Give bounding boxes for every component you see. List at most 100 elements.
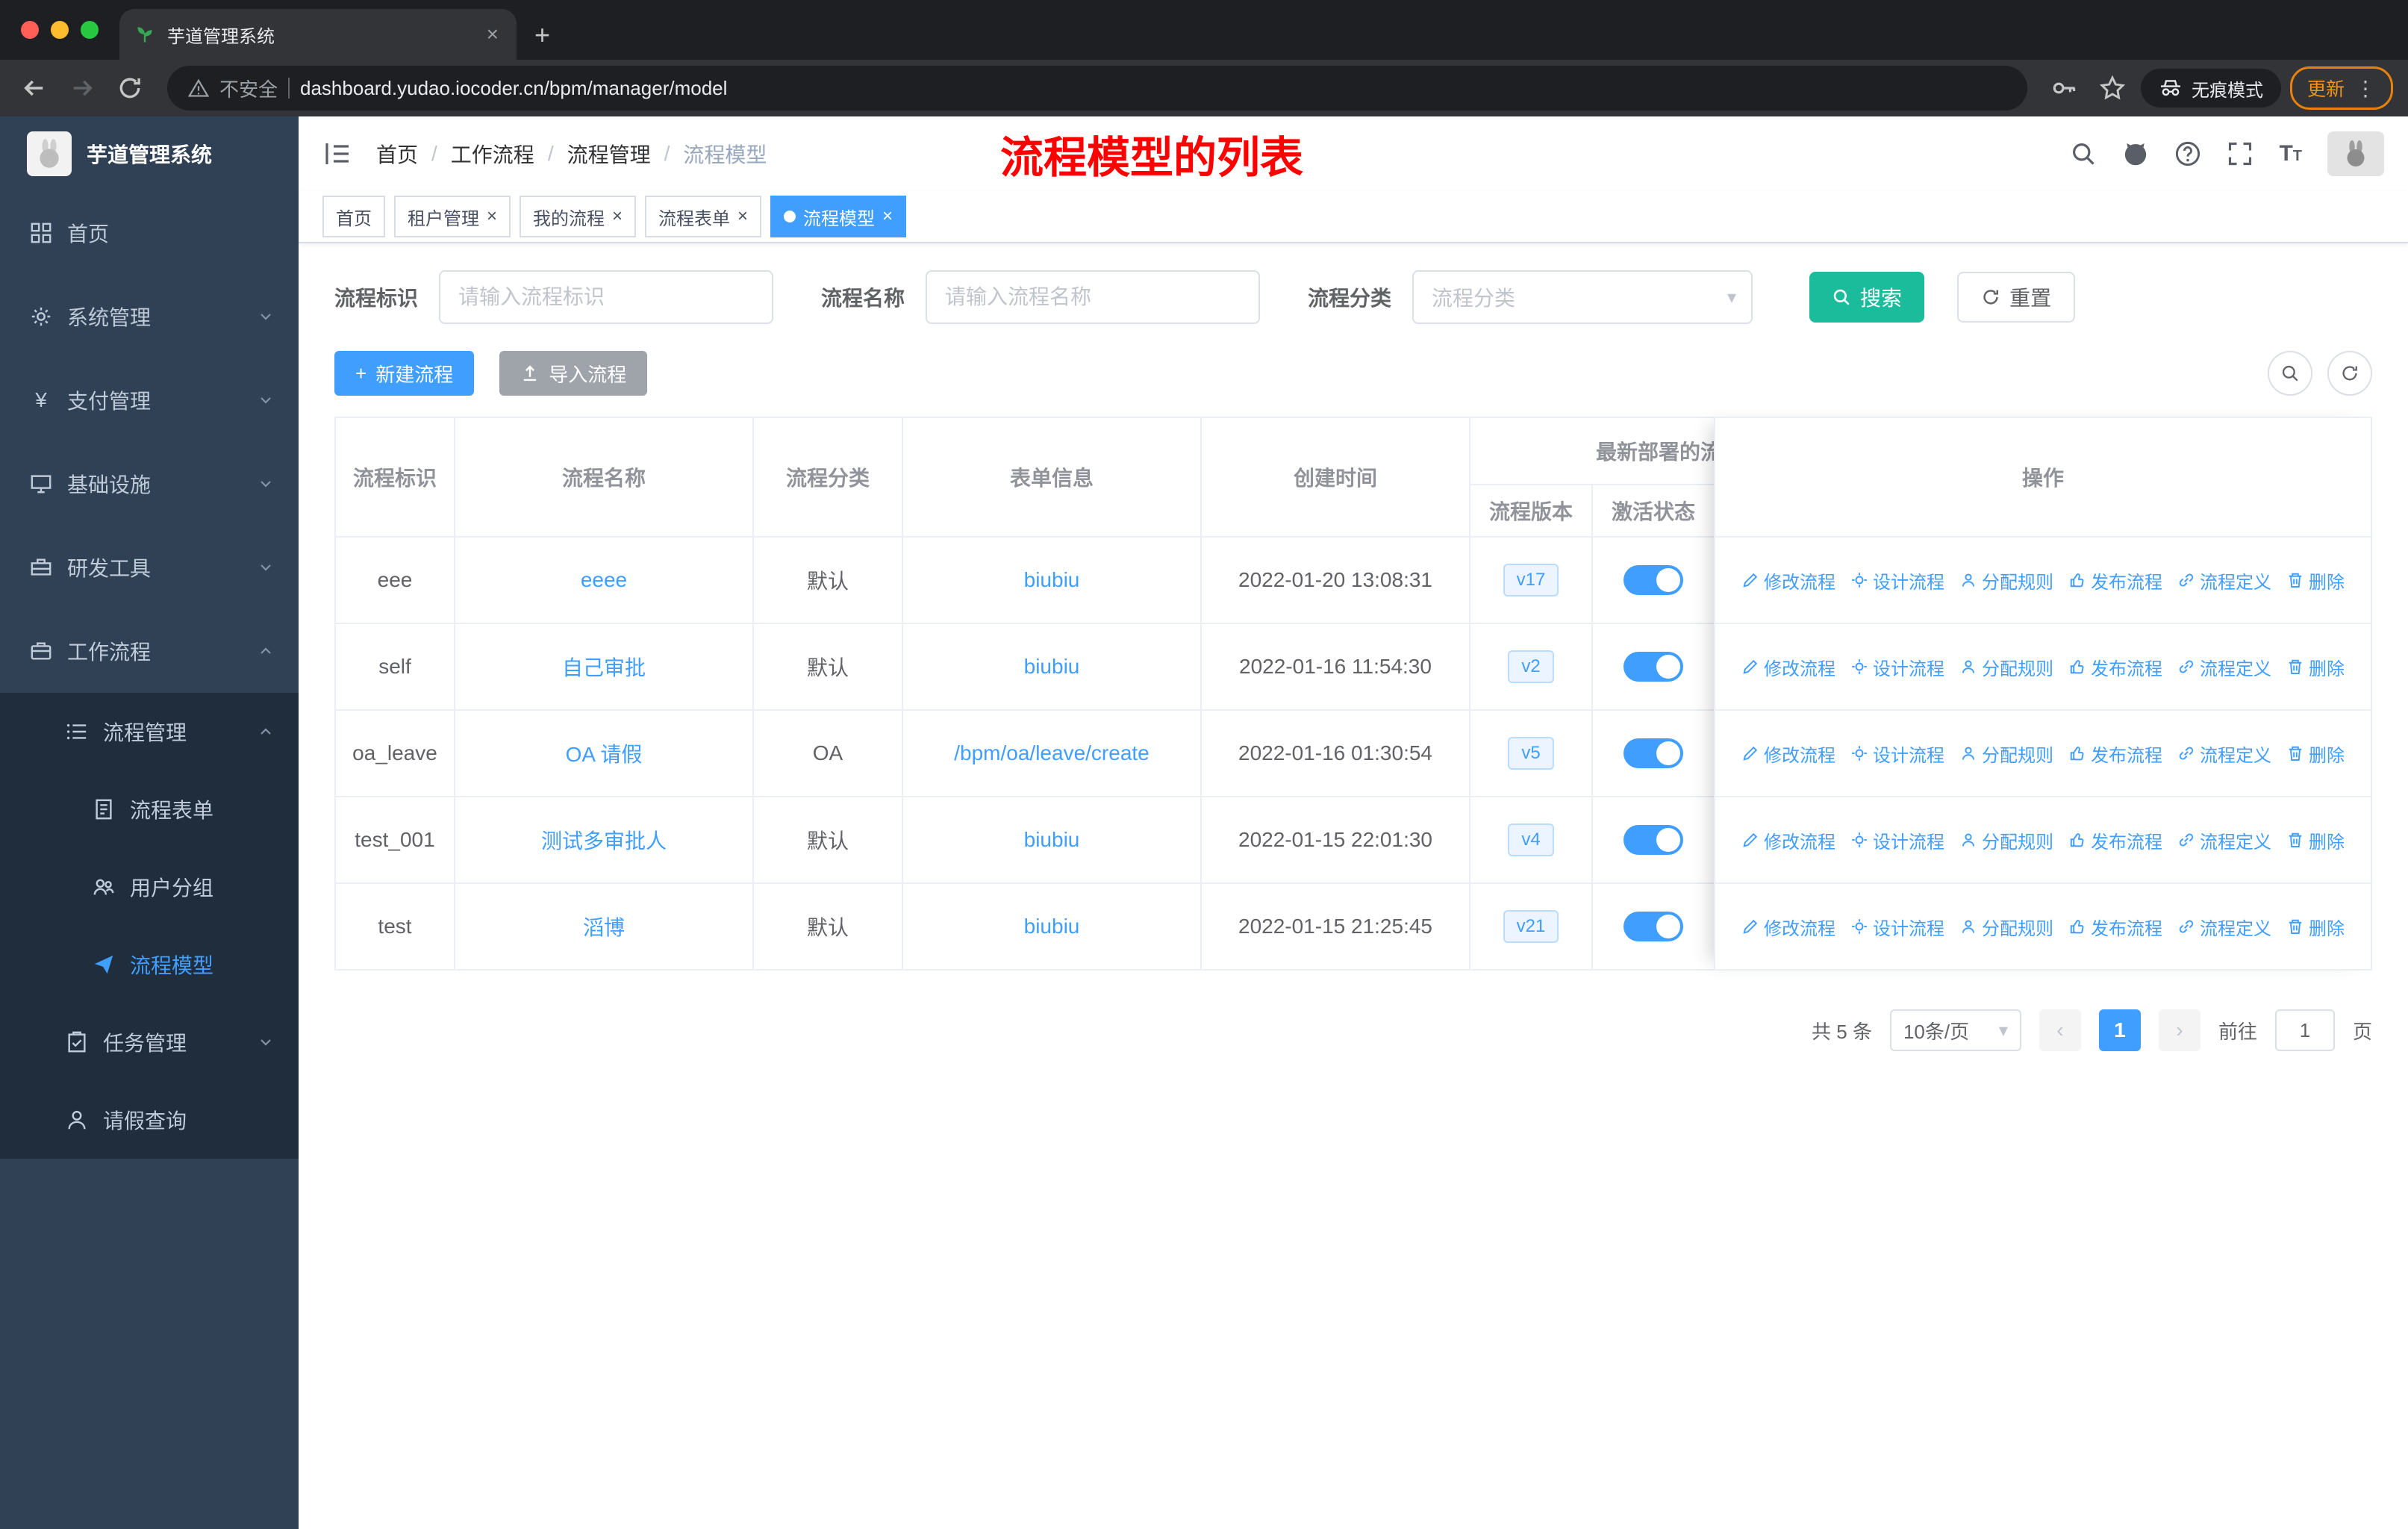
sidebar-item-task-management[interactable]: 任务管理: [0, 1003, 299, 1081]
design-process-link[interactable]: 设计流程: [1850, 567, 1944, 594]
window-minimize-button[interactable]: [51, 21, 69, 39]
design-process-link[interactable]: 设计流程: [1850, 914, 1944, 940]
design-process-link[interactable]: 设计流程: [1850, 827, 1944, 853]
sidebar-item-process-model[interactable]: 流程模型: [0, 926, 299, 1003]
next-page-button[interactable]: ›: [2158, 1009, 2200, 1051]
sidebar-item-user-group[interactable]: 用户分组: [0, 848, 299, 926]
process-name-link[interactable]: 自己审批: [562, 656, 646, 679]
publish-process-link[interactable]: 发布流程: [2068, 654, 2162, 680]
forward-button[interactable]: [63, 69, 102, 108]
modify-process-link[interactable]: 修改流程: [1741, 914, 1835, 940]
goto-page-input[interactable]: [2274, 1009, 2335, 1051]
delete-link[interactable]: 删除: [2286, 741, 2345, 767]
create-process-button[interactable]: + 新建流程: [334, 351, 475, 396]
sidebar-item-payment[interactable]: ¥ 支付管理: [0, 358, 299, 442]
sidebar-item-workflow[interactable]: 工作流程: [0, 609, 299, 693]
assign-rule-link[interactable]: 分配规则: [1959, 567, 2053, 594]
tag-my-process[interactable]: 我的流程 ×: [520, 196, 637, 237]
breadcrumb-item[interactable]: 流程管理: [567, 139, 651, 169]
active-toggle[interactable]: [1623, 825, 1683, 855]
publish-process-link[interactable]: 发布流程: [2068, 567, 2162, 594]
modify-process-link[interactable]: 修改流程: [1741, 654, 1835, 680]
delete-link[interactable]: 删除: [2286, 654, 2345, 680]
sidebar-item-leave-query[interactable]: 请假查询: [0, 1081, 299, 1159]
process-name-link[interactable]: eeee: [581, 568, 627, 591]
tag-close-icon[interactable]: ×: [882, 206, 893, 227]
modify-process-link[interactable]: 修改流程: [1741, 827, 1835, 853]
prev-page-button[interactable]: ‹: [2039, 1009, 2081, 1051]
tag-tenant[interactable]: 租户管理 ×: [394, 196, 511, 237]
sidebar-item-system[interactable]: 系统管理: [0, 275, 299, 358]
assign-rule-link[interactable]: 分配规则: [1959, 741, 2053, 767]
tag-process-form[interactable]: 流程表单 ×: [645, 196, 762, 237]
window-close-button[interactable]: [21, 21, 39, 39]
import-process-button[interactable]: 导入流程: [499, 351, 648, 396]
tag-close-icon[interactable]: ×: [612, 206, 623, 227]
sidebar-collapse-icon[interactable]: [322, 139, 352, 169]
fullscreen-icon[interactable]: [2227, 140, 2253, 167]
breadcrumb-item[interactable]: 首页: [376, 139, 418, 169]
assign-rule-link[interactable]: 分配规则: [1959, 654, 2053, 680]
process-name-link[interactable]: 滔博: [583, 916, 625, 939]
design-process-link[interactable]: 设计流程: [1850, 654, 1944, 680]
process-definition-link[interactable]: 流程定义: [2177, 741, 2271, 767]
form-link[interactable]: biubiu: [1024, 568, 1080, 591]
new-tab-button[interactable]: +: [534, 19, 550, 51]
process-name-input[interactable]: [926, 270, 1261, 324]
process-definition-link[interactable]: 流程定义: [2177, 827, 2271, 853]
tag-close-icon[interactable]: ×: [737, 206, 748, 227]
delete-link[interactable]: 删除: [2286, 567, 2345, 594]
active-toggle[interactable]: [1623, 738, 1683, 768]
process-definition-link[interactable]: 流程定义: [2177, 654, 2271, 680]
reload-button[interactable]: [110, 69, 149, 108]
assign-rule-link[interactable]: 分配规则: [1959, 827, 2053, 853]
design-process-link[interactable]: 设计流程: [1850, 741, 1944, 767]
search-button[interactable]: 搜索: [1809, 272, 1925, 323]
search-icon[interactable]: [2070, 140, 2097, 167]
process-name-link[interactable]: 测试多审批人: [541, 829, 667, 853]
active-toggle[interactable]: [1623, 565, 1683, 595]
font-size-icon[interactable]: TT: [2279, 141, 2302, 166]
window-zoom-button[interactable]: [81, 21, 99, 39]
form-link[interactable]: biubiu: [1024, 828, 1080, 851]
help-icon[interactable]: [2174, 140, 2201, 167]
modify-process-link[interactable]: 修改流程: [1741, 567, 1835, 594]
form-link[interactable]: biubiu: [1024, 915, 1080, 938]
process-name-link[interactable]: OA 请假: [566, 743, 643, 766]
browser-tab[interactable]: 芋道管理系统 ×: [119, 9, 517, 60]
page-number-button[interactable]: 1: [2098, 1009, 2141, 1051]
tab-close-icon[interactable]: ×: [484, 22, 502, 46]
publish-process-link[interactable]: 发布流程: [2068, 827, 2162, 853]
sidebar-item-infrastructure[interactable]: 基础设施: [0, 442, 299, 526]
github-icon[interactable]: [2122, 140, 2149, 167]
process-definition-link[interactable]: 流程定义: [2177, 914, 2271, 940]
sidebar-item-process-management[interactable]: 流程管理: [0, 693, 299, 770]
assign-rule-link[interactable]: 分配规则: [1959, 914, 2053, 940]
sidebar-item-home[interactable]: 首页: [0, 191, 299, 275]
browser-menu-icon[interactable]: ⋮: [2355, 76, 2376, 101]
publish-process-link[interactable]: 发布流程: [2068, 741, 2162, 767]
tag-close-icon[interactable]: ×: [487, 206, 497, 227]
delete-link[interactable]: 删除: [2286, 914, 2345, 940]
active-toggle[interactable]: [1623, 912, 1683, 941]
sidebar-item-devtools[interactable]: 研发工具: [0, 526, 299, 609]
publish-process-link[interactable]: 发布流程: [2068, 914, 2162, 940]
back-button[interactable]: [15, 69, 54, 108]
tag-process-model[interactable]: 流程模型 ×: [770, 196, 907, 237]
category-select[interactable]: 流程分类 ▾: [1412, 270, 1753, 324]
refresh-table-button[interactable]: [2327, 351, 2372, 396]
password-key-button[interactable]: [2045, 69, 2084, 108]
avatar[interactable]: [2327, 131, 2384, 176]
form-link[interactable]: biubiu: [1024, 655, 1080, 678]
process-id-input[interactable]: [439, 270, 774, 324]
sidebar-item-process-form[interactable]: 流程表单: [0, 770, 299, 848]
page-size-select[interactable]: 10条/页 ▾: [1889, 1009, 2021, 1051]
active-toggle[interactable]: [1623, 652, 1683, 682]
update-button[interactable]: 更新 ⋮: [2289, 66, 2393, 110]
delete-link[interactable]: 删除: [2286, 827, 2345, 853]
reset-button[interactable]: 重置: [1957, 272, 2076, 323]
process-definition-link[interactable]: 流程定义: [2177, 567, 2271, 594]
show-search-button[interactable]: [2268, 351, 2312, 396]
url-bar[interactable]: 不安全 dashboard.yudao.iocoder.cn/bpm/manag…: [167, 66, 2027, 110]
form-link[interactable]: /bpm/oa/leave/create: [954, 741, 1150, 764]
